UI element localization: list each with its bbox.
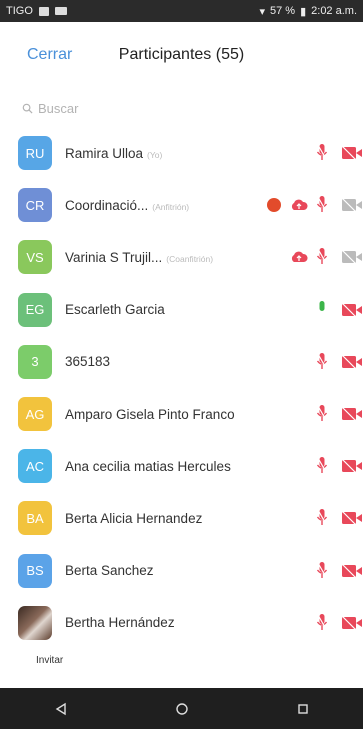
participant-name-container: Ramira Ulloa (Yo) <box>65 146 162 161</box>
home-icon[interactable] <box>175 702 189 716</box>
participant-name-container: Berta Sanchez <box>65 563 154 578</box>
avatar <box>18 605 52 640</box>
avatar: AC <box>18 449 52 484</box>
cloud-record-icon <box>291 199 308 211</box>
mic-muted-icon <box>316 509 328 526</box>
avatar: RU <box>18 136 52 171</box>
video-off-icon <box>342 511 362 525</box>
participant-name: Bertha Hernández <box>65 615 175 631</box>
mic-muted-icon <box>316 613 328 630</box>
participant-row[interactable]: RU Ramira Ulloa (Yo) <box>0 127 363 179</box>
avatar: AG <box>18 397 52 432</box>
video-off-icon <box>342 198 362 212</box>
participant-status-icons <box>283 284 363 336</box>
participant-name: Ramira Ulloa <box>65 145 144 161</box>
participant-row[interactable]: CR Coordinació... (Anfitrión) <box>0 179 363 231</box>
participant-status-icons <box>283 545 363 597</box>
participant-name-container: Escarleth Garcia <box>65 302 165 317</box>
avatar: BS <box>18 553 52 588</box>
video-off-icon <box>342 355 362 369</box>
participant-name-container: Amparo Gisela Pinto Franco <box>65 407 235 422</box>
participant-status-icons <box>283 127 363 179</box>
battery-icon: ▮ <box>300 5 307 18</box>
participant-name-container: Coordinació... (Anfitrión) <box>65 198 189 213</box>
participant-role-tag: (Anfitrión) <box>152 201 190 212</box>
participant-name: Berta Alicia Hernandez <box>65 510 203 526</box>
participants-header: Cerrar Participantes (55) <box>0 22 363 86</box>
participant-status-icons <box>283 336 363 388</box>
participant-status-icons <box>283 231 363 283</box>
page-title: Participantes (55) <box>118 46 245 63</box>
participant-row[interactable]: Bertha Hernández <box>0 597 363 649</box>
participant-row[interactable]: AG Amparo Gisela Pinto Franco <box>0 388 363 440</box>
participant-name-container: Ana cecilia matias Hercules <box>65 459 231 474</box>
mic-on-icon <box>319 300 325 311</box>
participant-row[interactable]: AC Ana cecilia matias Hercules <box>0 440 363 492</box>
image-notification-icon <box>38 6 49 16</box>
signal-icon: ▾ <box>259 5 265 18</box>
status-bar: TIGO ▾ 57 % ▮ 2:02 a.m. <box>0 0 363 22</box>
participant-row[interactable]: 3 365183 <box>0 336 363 388</box>
avatar: CR <box>18 188 52 223</box>
avatar: 3 <box>18 344 52 379</box>
participant-name-container: 365183 <box>65 354 110 369</box>
video-off-icon <box>342 407 362 421</box>
back-icon[interactable] <box>54 702 68 716</box>
mic-muted-icon <box>316 248 328 265</box>
participant-status-icons <box>283 492 363 544</box>
raise-hand-badge <box>267 198 281 213</box>
video-off-icon <box>342 459 362 473</box>
participant-name: 365183 <box>65 354 111 370</box>
participant-name: Coordinació... <box>65 197 149 213</box>
battery-level: 57 % <box>270 5 296 17</box>
video-off-icon <box>342 564 362 577</box>
mic-muted-icon <box>316 404 328 421</box>
participant-row[interactable]: EG Escarleth Garcia <box>0 284 363 336</box>
mic-muted-icon <box>316 352 328 369</box>
participant-name-container: Bertha Hernández <box>65 615 175 630</box>
search-icon <box>22 103 33 114</box>
mic-muted-icon <box>316 196 328 213</box>
mic-muted-icon <box>316 457 328 474</box>
participant-role-tag: (Coanfitrión) <box>166 253 214 264</box>
participant-name: Berta Sanchez <box>65 563 154 579</box>
participant-name: Varinia S Trujil... <box>65 249 163 265</box>
video-off-icon <box>342 616 362 630</box>
participant-status-icons <box>283 597 363 649</box>
participant-name: Amparo Gisela Pinto Franco <box>65 406 235 422</box>
participants-list: RU Ramira Ulloa (Yo) CR Coordinació... (Anfi… <box>0 127 363 649</box>
system-nav-bar <box>0 688 363 729</box>
participant-name-container: Berta Alicia Hernandez <box>65 511 202 526</box>
search-input[interactable]: Buscar <box>22 96 342 120</box>
video-off-icon <box>342 303 362 316</box>
cloud-record-icon <box>291 251 308 263</box>
participant-role-tag: (Yo) <box>147 149 163 160</box>
participant-name: Escarleth Garcia <box>65 302 165 318</box>
carrier-label: TIGO <box>6 5 33 17</box>
participant-status-icons <box>283 440 363 492</box>
participant-row[interactable]: BA Berta Alicia Hernandez <box>0 492 363 544</box>
participant-status-icons <box>283 388 363 440</box>
participant-status-icons <box>267 179 363 231</box>
participant-row[interactable]: BS Berta Sanchez <box>0 545 363 597</box>
avatar: VS <box>18 240 52 275</box>
mic-muted-icon <box>316 144 328 160</box>
participant-name: Ana cecilia matias Hercules <box>65 458 231 474</box>
avatar: EG <box>18 292 52 327</box>
avatar: BA <box>18 501 52 536</box>
search-placeholder: Buscar <box>38 100 79 116</box>
video-notification-icon <box>54 7 67 15</box>
invite-button[interactable]: Invitar <box>36 655 63 666</box>
video-off-icon <box>342 250 362 264</box>
recent-apps-icon[interactable] <box>296 702 310 716</box>
video-off-icon <box>342 146 362 160</box>
mic-muted-icon <box>316 561 328 578</box>
participant-row[interactable]: VS Varinia S Trujil... (Coanfitrión) <box>0 231 363 283</box>
participant-name-container: Varinia S Trujil... (Coanfitrión) <box>65 250 213 265</box>
clock: 2:02 a.m. <box>311 5 357 17</box>
